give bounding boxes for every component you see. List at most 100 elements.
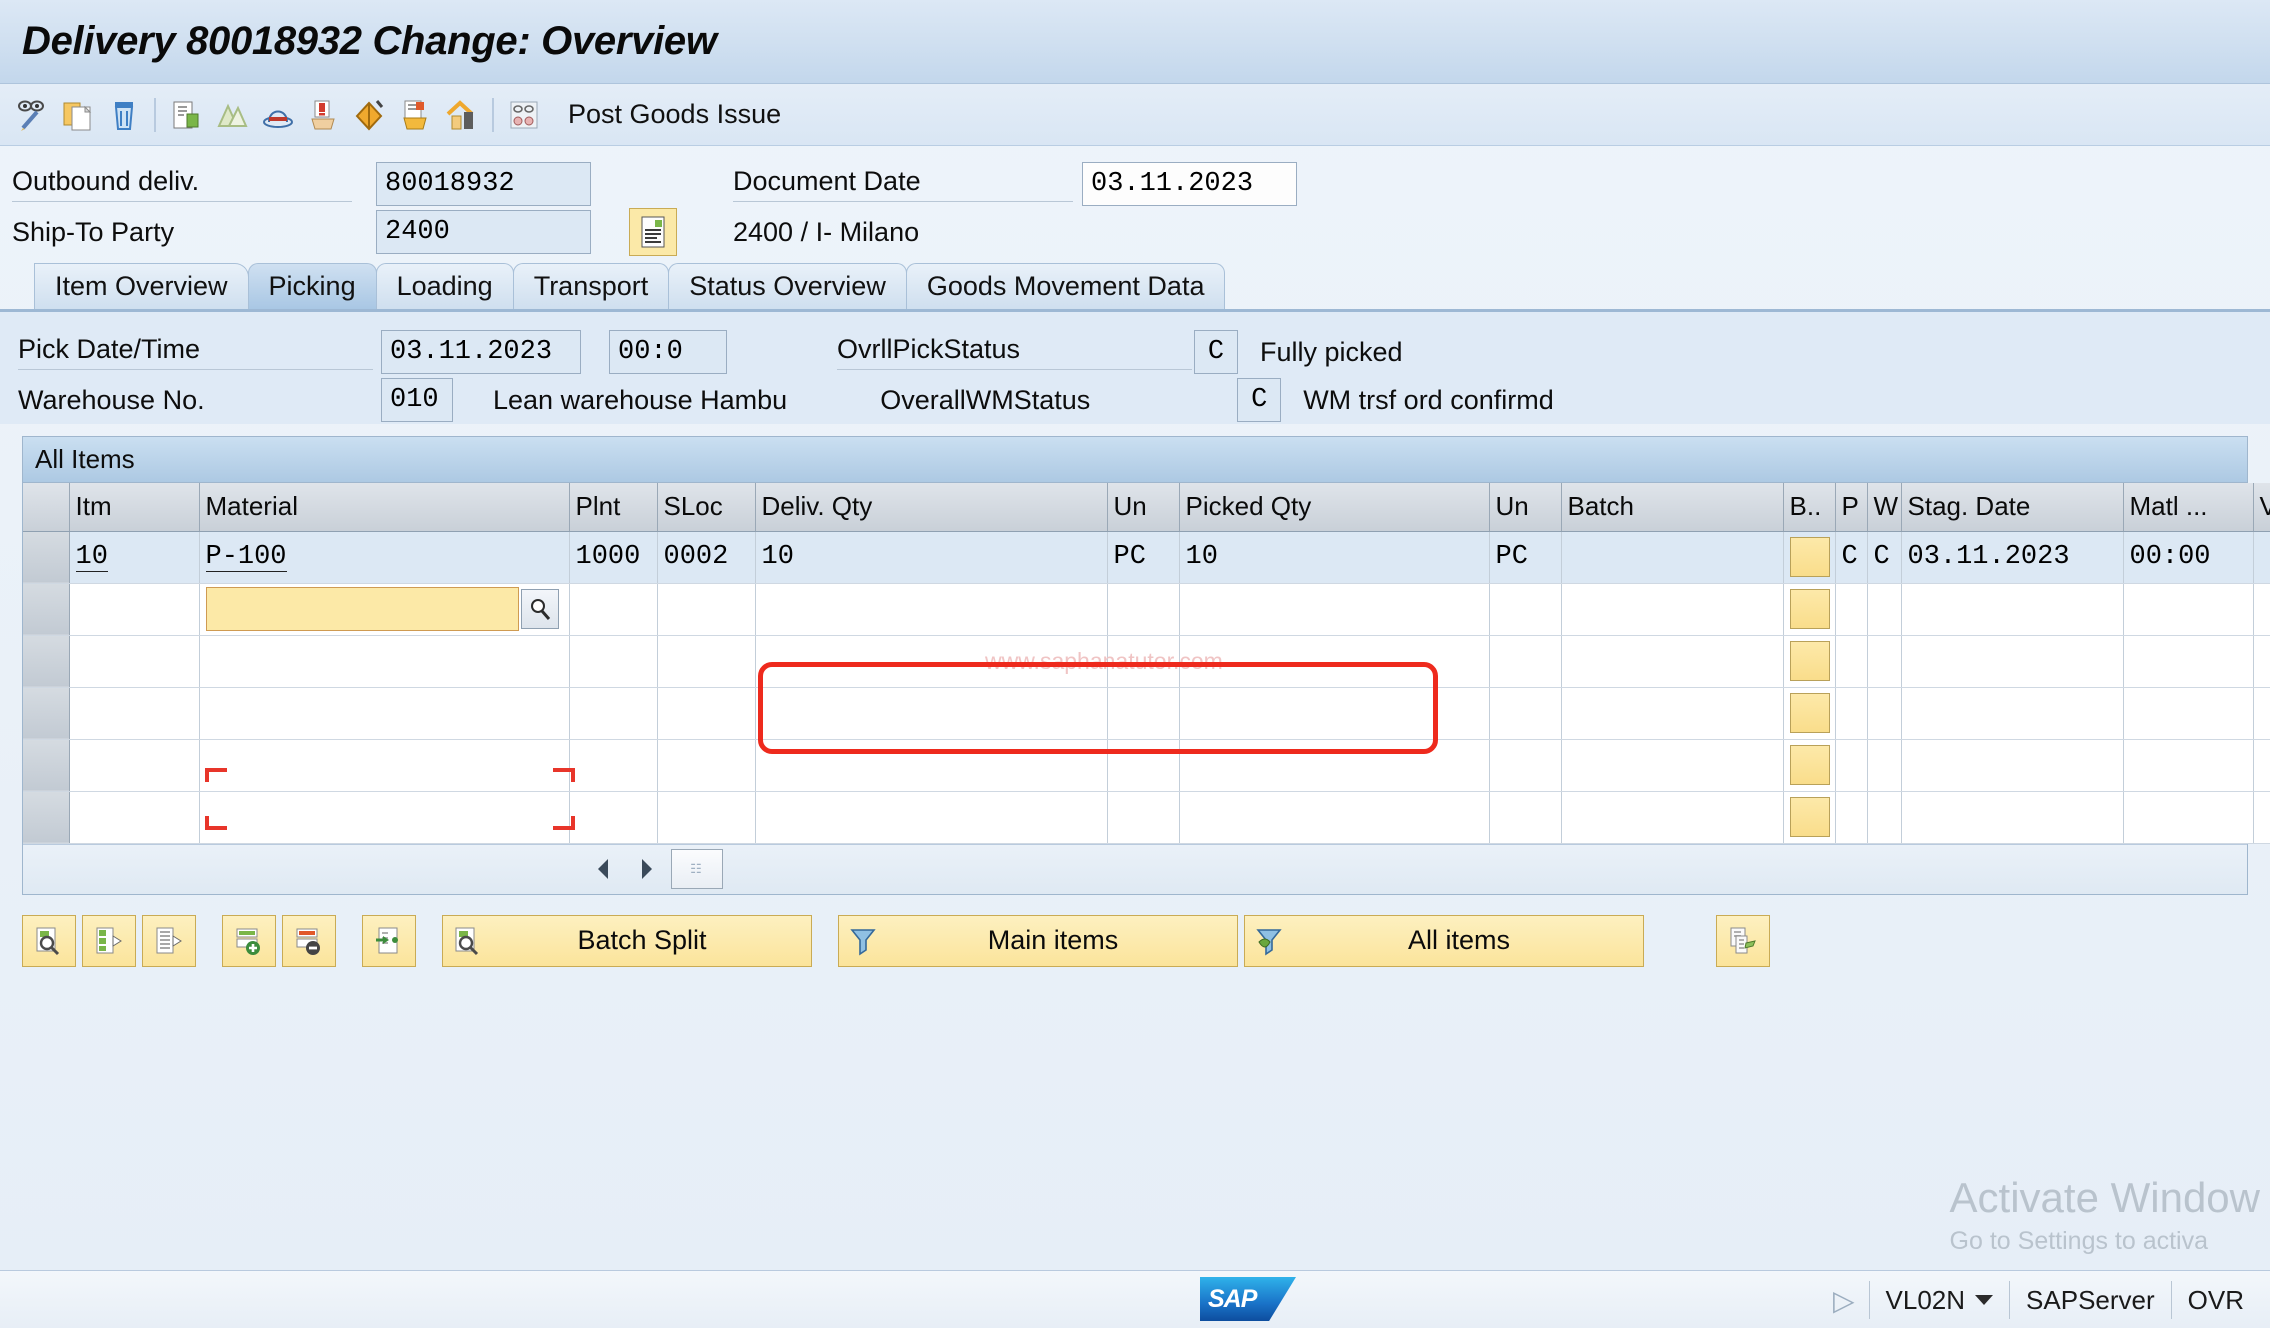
warehouse-home-icon[interactable] bbox=[440, 93, 484, 137]
col-un-1[interactable]: Un bbox=[1107, 483, 1180, 532]
row-selector[interactable] bbox=[23, 583, 70, 636]
warehouse-input[interactable] bbox=[381, 378, 453, 422]
cell-sloc[interactable] bbox=[657, 583, 756, 636]
ship-to-party-input[interactable] bbox=[376, 210, 591, 254]
cell-deliv-qty[interactable] bbox=[755, 687, 1108, 740]
tab-picking[interactable]: Picking bbox=[247, 263, 377, 309]
cell-material[interactable] bbox=[199, 739, 570, 792]
goods-issue-icon[interactable] bbox=[348, 93, 392, 137]
cell-batch[interactable] bbox=[1561, 687, 1784, 740]
alert-icon[interactable] bbox=[302, 93, 346, 137]
cell-val[interactable] bbox=[2253, 531, 2270, 584]
cell-w[interactable] bbox=[1867, 635, 1902, 688]
cell-plnt[interactable]: 1000 bbox=[569, 531, 658, 584]
ovrll-pick-status-input[interactable] bbox=[1194, 330, 1238, 374]
cell-matl[interactable]: 00:00 bbox=[2123, 531, 2254, 584]
cell-p[interactable] bbox=[1835, 687, 1868, 740]
cell-un-2[interactable] bbox=[1489, 635, 1562, 688]
batch-determination-icon[interactable] bbox=[502, 93, 546, 137]
main-items-button[interactable]: Main items bbox=[838, 914, 1238, 967]
status-transaction[interactable]: VL02N bbox=[1868, 1281, 2010, 1319]
col-w[interactable]: W bbox=[1867, 483, 1902, 532]
cell-stag-date[interactable] bbox=[1901, 791, 2124, 844]
cell-deliv-qty[interactable] bbox=[755, 635, 1108, 688]
table-row[interactable]: 10 P-100 1000 0002 10 PC 10 PC C C 03.11… bbox=[23, 531, 2270, 584]
batch-split-button[interactable]: Batch Split bbox=[442, 914, 812, 967]
cell-itm[interactable] bbox=[69, 739, 200, 792]
transfer-order-icon[interactable] bbox=[394, 93, 438, 137]
cell-batch[interactable] bbox=[1561, 531, 1784, 584]
row-selector[interactable] bbox=[23, 739, 70, 792]
cell-itm[interactable] bbox=[69, 791, 200, 844]
cell-plnt[interactable] bbox=[569, 583, 658, 636]
cell-un-1[interactable] bbox=[1107, 583, 1180, 636]
overall-wm-status-input[interactable] bbox=[1237, 378, 1282, 422]
cell-w[interactable] bbox=[1867, 583, 1902, 636]
display-change-icon[interactable] bbox=[10, 93, 54, 137]
col-matl[interactable]: Matl ... bbox=[2123, 483, 2254, 532]
table-row[interactable] bbox=[23, 583, 2270, 636]
document-flow-icon[interactable] bbox=[164, 93, 208, 137]
cell-sloc[interactable] bbox=[657, 687, 756, 740]
all-items-button[interactable]: All items bbox=[1244, 914, 1644, 967]
cell-w[interactable] bbox=[1867, 739, 1902, 792]
cell-material[interactable]: P-100 bbox=[199, 531, 570, 584]
table-settings-icon[interactable]: ☷ bbox=[671, 849, 723, 889]
insert-item-button[interactable] bbox=[222, 914, 276, 967]
outbound-deliv-input[interactable] bbox=[376, 162, 591, 206]
cell-val[interactable] bbox=[2253, 635, 2270, 688]
tab-transport[interactable]: Transport bbox=[512, 263, 670, 309]
cell-batch[interactable] bbox=[1561, 791, 1784, 844]
cell-material[interactable] bbox=[199, 635, 570, 688]
caret-down-icon[interactable] bbox=[1975, 1295, 1994, 1305]
col-b[interactable]: B.. bbox=[1783, 483, 1836, 532]
cell-stag-date[interactable] bbox=[1901, 739, 2124, 792]
cell-stag-date[interactable] bbox=[1901, 583, 2124, 636]
cell-sloc[interactable] bbox=[657, 791, 756, 844]
partner-details-icon[interactable] bbox=[629, 208, 677, 256]
material-entry-input[interactable] bbox=[205, 587, 519, 631]
cell-b[interactable] bbox=[1783, 791, 1836, 844]
col-plnt[interactable]: Plnt bbox=[569, 483, 658, 532]
cell-itm[interactable]: 10 bbox=[69, 531, 200, 584]
cell-matl[interactable] bbox=[2123, 635, 2254, 688]
cell-stag-date[interactable]: 03.11.2023 bbox=[1901, 531, 2124, 584]
delete-item-button[interactable] bbox=[282, 914, 336, 967]
cell-val[interactable] bbox=[2253, 583, 2270, 636]
table-row[interactable] bbox=[23, 635, 2270, 688]
cell-un-2[interactable] bbox=[1489, 739, 1562, 792]
cell-un-2[interactable] bbox=[1489, 583, 1562, 636]
pick-date-input[interactable] bbox=[381, 330, 581, 374]
cell-picked-qty[interactable]: 10 bbox=[1179, 531, 1490, 584]
batch-split-cell[interactable] bbox=[1789, 693, 1830, 733]
cell-un-1[interactable] bbox=[1107, 687, 1180, 740]
cell-sloc[interactable] bbox=[657, 739, 756, 792]
cell-p[interactable]: C bbox=[1835, 531, 1868, 584]
display-item-details-button[interactable] bbox=[22, 914, 76, 967]
row-selector[interactable] bbox=[23, 687, 70, 740]
col-stag-date[interactable]: Stag. Date bbox=[1901, 483, 2124, 532]
row-selector[interactable] bbox=[23, 531, 70, 584]
col-itm[interactable]: Itm bbox=[69, 483, 200, 532]
cell-material[interactable] bbox=[199, 687, 570, 740]
cell-sloc[interactable] bbox=[657, 635, 756, 688]
document-money-button[interactable] bbox=[1716, 914, 1770, 967]
tab-goods-movement-data[interactable]: Goods Movement Data bbox=[905, 263, 1226, 309]
col-batch[interactable]: Batch bbox=[1561, 483, 1784, 532]
cell-val[interactable] bbox=[2253, 739, 2270, 792]
cell-p[interactable] bbox=[1835, 635, 1868, 688]
table-row[interactable] bbox=[23, 739, 2270, 792]
post-goods-issue-label[interactable]: Post Goods Issue bbox=[568, 99, 781, 130]
col-val[interactable]: Val. bbox=[2253, 483, 2270, 532]
col-select[interactable] bbox=[23, 483, 70, 532]
row-selector[interactable] bbox=[23, 635, 70, 688]
cell-stag-date[interactable] bbox=[1901, 635, 2124, 688]
arrow-left-icon[interactable] bbox=[583, 849, 623, 889]
cell-material-active[interactable] bbox=[199, 583, 570, 636]
batch-split-cell[interactable] bbox=[1789, 537, 1830, 577]
cell-deliv-qty[interactable]: 10 bbox=[755, 531, 1108, 584]
cell-picked-qty[interactable] bbox=[1179, 635, 1490, 688]
batch-split-cell[interactable] bbox=[1789, 745, 1830, 785]
cell-itm[interactable] bbox=[69, 635, 200, 688]
row-selector[interactable] bbox=[23, 791, 70, 844]
